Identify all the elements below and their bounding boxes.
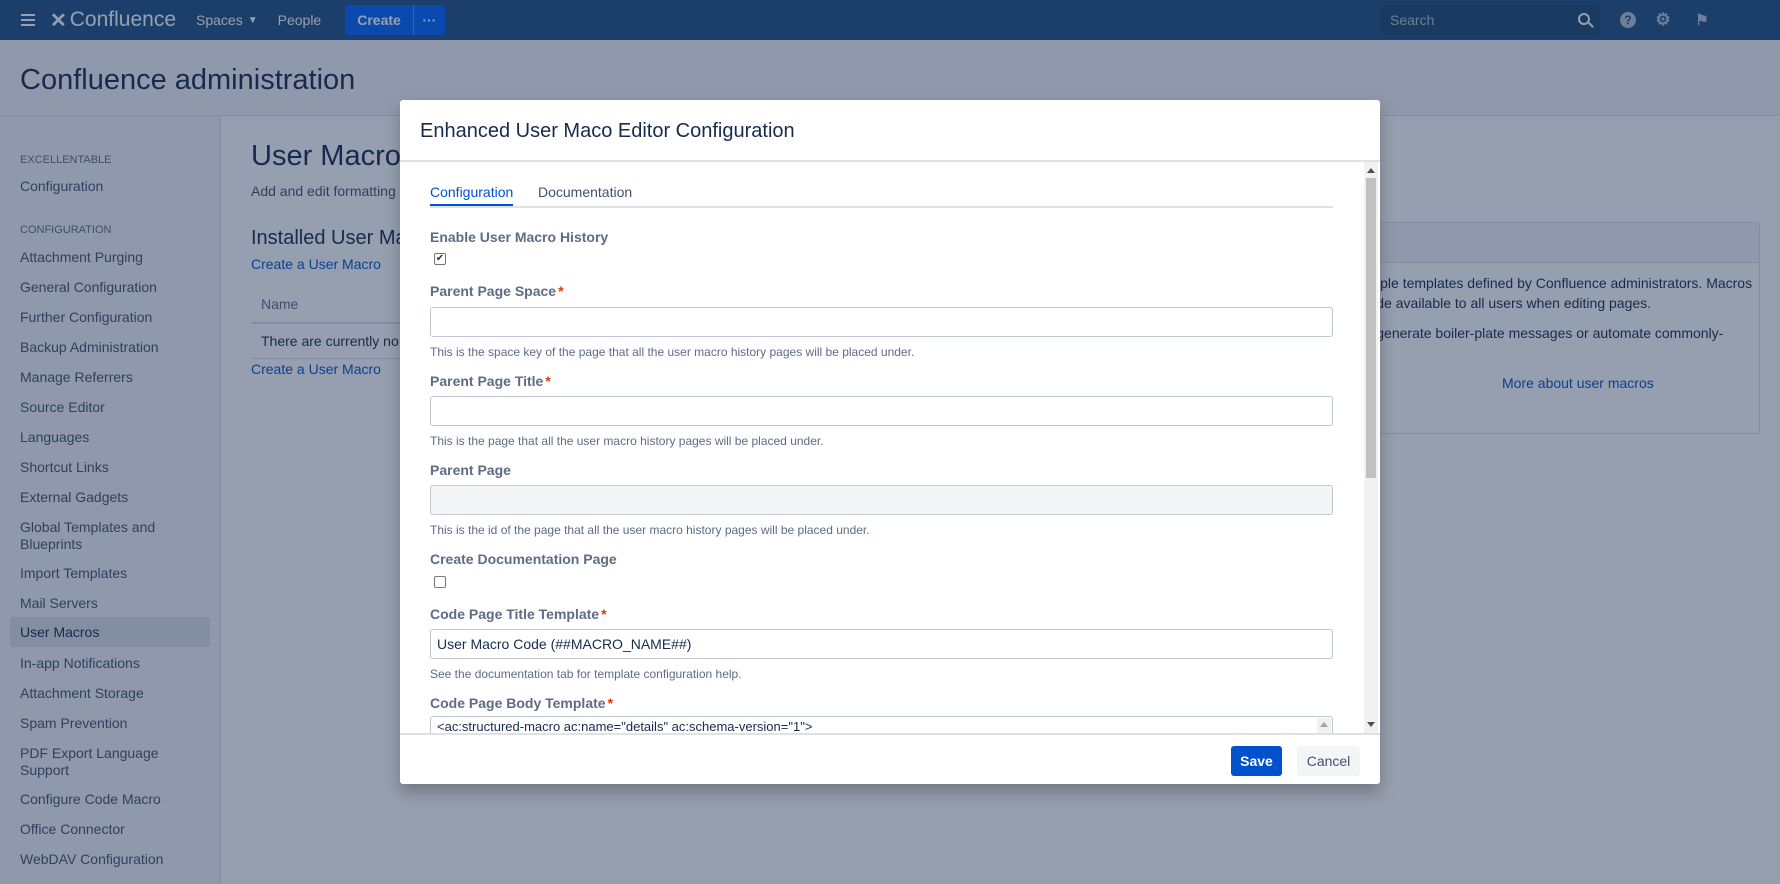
code-title-help: See the documentation tab for template c…	[430, 667, 742, 681]
parent-space-input[interactable]	[430, 307, 1333, 337]
create-doc-checkbox[interactable]	[434, 576, 446, 588]
save-button[interactable]: Save	[1231, 746, 1282, 776]
tab-documentation[interactable]: Documentation	[538, 184, 632, 204]
cancel-button[interactable]: Cancel	[1297, 746, 1360, 776]
code-body-label: Code Page Body Template *	[430, 695, 614, 711]
parent-title-input[interactable]	[430, 396, 1333, 426]
create-doc-label: Create Documentation Page	[430, 551, 617, 567]
dialog-body: Configuration Documentation Enable User …	[400, 162, 1380, 733]
textarea-scrollbar[interactable]	[1317, 718, 1331, 733]
parent-page-label: Parent Page	[430, 462, 511, 478]
parent-page-help: This is the id of the page that all the …	[430, 523, 870, 537]
code-title-input[interactable]: User Macro Code (##MACRO_NAME##)	[430, 629, 1333, 659]
macro-editor-config-dialog: Enhanced User Maco Editor Configuration …	[400, 100, 1380, 784]
parent-page-input	[430, 485, 1333, 515]
dialog-title: Enhanced User Maco Editor Configuration	[400, 100, 1380, 162]
code-body-textarea[interactable]: <ac:structured-macro ac:name="details" a…	[430, 716, 1333, 733]
scroll-up-arrow-icon[interactable]	[1367, 168, 1375, 173]
parent-space-help: This is the space key of the page that a…	[430, 345, 915, 359]
dialog-scrollbar[interactable]	[1364, 162, 1378, 733]
parent-space-label: Parent Page Space *	[430, 283, 564, 299]
code-body-text: <ac:structured-macro ac:name="details" a…	[437, 719, 813, 733]
dialog-footer: Save Cancel	[400, 733, 1380, 784]
parent-title-help: This is the page that all the user macro…	[430, 434, 824, 448]
dialog-tabs: Configuration Documentation	[430, 184, 1333, 208]
history-label: Enable User Macro History	[430, 229, 609, 245]
scroll-thumb[interactable]	[1366, 178, 1376, 478]
scroll-down-arrow-icon[interactable]	[1367, 722, 1375, 727]
code-title-label: Code Page Title Template *	[430, 606, 607, 622]
parent-title-label: Parent Page Title *	[430, 373, 551, 389]
tab-configuration[interactable]: Configuration	[430, 184, 514, 206]
history-checkbox[interactable]: ✔	[434, 253, 446, 265]
